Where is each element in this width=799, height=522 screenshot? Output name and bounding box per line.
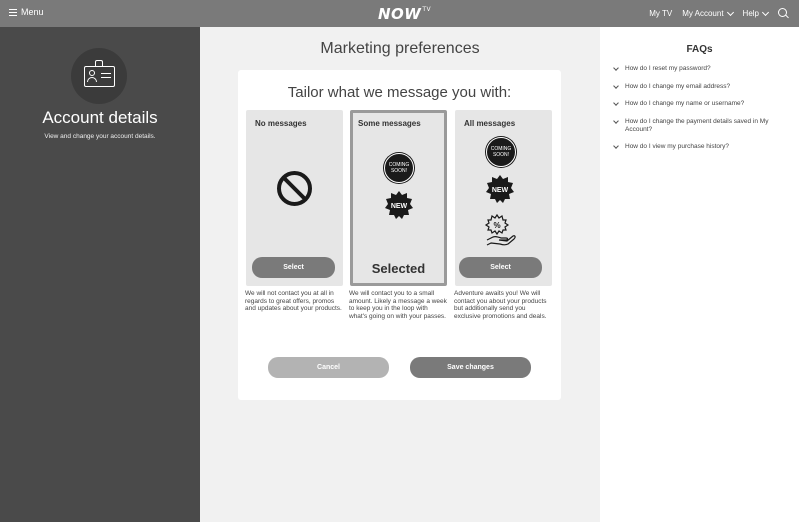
nav-my-tv[interactable]: My TV [649, 9, 672, 18]
faq-item-label: How do I change the payment details save… [625, 117, 769, 133]
faq-item-label: How do I reset my password? [625, 65, 711, 72]
nav-help-label: Help [742, 9, 759, 18]
option-label: All messages [464, 119, 516, 128]
svg-text:%: % [493, 221, 500, 230]
coming-soon-icon: COMING SOON! [486, 137, 516, 167]
new-badge-text: NEW [492, 187, 509, 194]
option-description: We will not contact you at all in regard… [245, 290, 342, 313]
select-no-messages-button[interactable]: Select [252, 257, 335, 278]
new-badge-icon: NEW [385, 191, 413, 219]
option-some-messages[interactable]: Some messages COMING SOON! NEW Selected [350, 110, 447, 286]
search-icon[interactable] [778, 8, 789, 19]
nav-my-account[interactable]: My Account [682, 8, 734, 18]
save-changes-button[interactable]: Save changes [410, 357, 531, 378]
logo-text: NOW [378, 5, 422, 23]
menu-button[interactable]: Menu [9, 7, 44, 17]
logo-sup: TV [422, 6, 432, 13]
faq-title: FAQs [686, 44, 713, 55]
chevron-down-icon [613, 100, 619, 106]
main-content: Marketing preferences Tailor what we mes… [200, 27, 600, 522]
no-entry-icon [277, 171, 312, 206]
chevron-down-icon [613, 65, 619, 71]
account-sidebar: Account details View and change your acc… [0, 27, 200, 522]
sidebar-title: Account details [42, 108, 158, 127]
faq-item[interactable]: How do I reset my password? [613, 65, 795, 73]
option-description: Adventure awaits you! We will contact yo… [454, 290, 547, 320]
nowtv-logo[interactable]: NOWTV [378, 5, 431, 23]
faq-item[interactable]: How do I change the payment details save… [613, 118, 795, 134]
chevron-down-icon [613, 143, 619, 149]
top-nav: My TV My Account Help [649, 8, 789, 19]
menu-label: Menu [21, 7, 44, 17]
option-label: No messages [255, 119, 307, 128]
chevron-down-icon [613, 117, 619, 124]
new-badge-icon: NEW [486, 175, 514, 203]
page-title: Marketing preferences [320, 40, 480, 57]
new-badge-text: NEW [391, 203, 408, 210]
coming-soon-text: COMING SOON! [388, 162, 410, 174]
faq-item-label: How do I change my name or username? [625, 100, 745, 107]
select-all-messages-button[interactable]: Select [459, 257, 542, 278]
coming-soon-text: COMING SOON! [490, 146, 512, 158]
option-label: Some messages [358, 119, 421, 128]
cancel-button[interactable]: Cancel [268, 357, 389, 378]
faq-item[interactable]: How do I view my purchase history? [613, 143, 795, 151]
option-description: We will contact you to a small amount. L… [349, 290, 447, 320]
preferences-card: Tailor what we message you with: No mess… [238, 70, 561, 400]
hamburger-icon [9, 8, 17, 16]
faq-panel: FAQs How do I reset my password? How do … [600, 27, 799, 522]
chevron-down-icon [726, 8, 734, 16]
faq-item[interactable]: How do I change my name or username? [613, 100, 795, 108]
account-card-icon [71, 48, 127, 104]
option-no-messages[interactable]: No messages Select [246, 110, 343, 286]
coming-soon-icon: COMING SOON! [384, 153, 414, 183]
discount-hand-icon: % [484, 213, 516, 246]
faq-list: How do I reset my password? How do I cha… [613, 65, 795, 161]
faq-item[interactable]: How do I change my email address? [613, 83, 795, 91]
card-heading: Tailor what we message you with: [287, 84, 512, 101]
sidebar-subtitle: View and change your account details. [44, 133, 156, 140]
nav-my-tv-label: My TV [649, 9, 673, 18]
nav-my-account-label: My Account [682, 9, 724, 18]
selected-indicator: Selected [371, 261, 426, 276]
chevron-down-icon [613, 82, 619, 89]
option-all-messages[interactable]: All messages COMING SOON! NEW % Select [455, 110, 552, 286]
top-navigation-bar: Menu NOWTV My TV My Account Help [0, 0, 799, 27]
nav-help[interactable]: Help [742, 8, 770, 18]
faq-item-label: How do I view my purchase history? [625, 143, 730, 150]
chevron-down-icon [761, 8, 770, 16]
faq-item-label: How do I change my email address? [625, 82, 731, 90]
